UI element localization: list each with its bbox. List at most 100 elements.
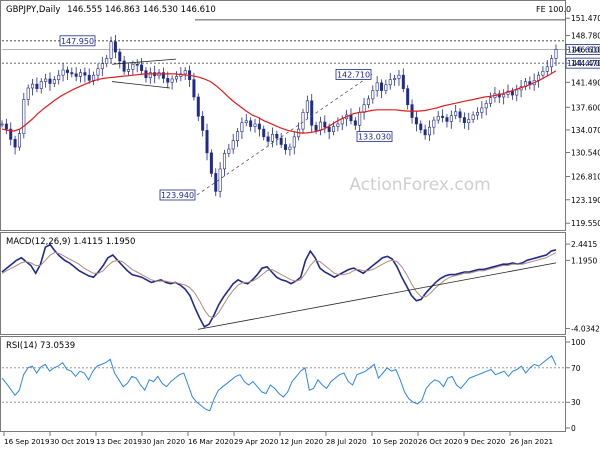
candle-body (349, 114, 353, 122)
candle-body (284, 144, 288, 150)
candle-body (227, 148, 231, 154)
candle-body (515, 89, 519, 96)
macd-tick-label: -4.0342 (571, 325, 600, 334)
candle-body (310, 100, 314, 126)
candle-body (22, 99, 26, 134)
x-tick-label: 30 Oct 2019 (50, 437, 95, 446)
candle-body (79, 72, 83, 77)
candle-body (462, 117, 466, 123)
candle-body (262, 128, 266, 138)
candle-body (545, 66, 549, 72)
x-tick-label: 26 Oct 2020 (418, 437, 463, 446)
macd-title: MACD(12,26,9) 1.4115 1.1950 (6, 237, 135, 247)
x-tick-label: 16 Mar 2020 (188, 437, 234, 446)
candle-body (218, 168, 222, 192)
annotation-label: 123.940 (161, 191, 194, 200)
candle-body (35, 83, 39, 89)
candle-body (4, 123, 8, 130)
candle-body (406, 88, 410, 105)
macd-series-Signal (1, 251, 557, 319)
candle-body (301, 112, 305, 130)
candle-body (554, 49, 558, 59)
candle-body (39, 81, 43, 89)
candle-body (441, 115, 445, 118)
candle-body (140, 64, 144, 71)
candle-body (26, 87, 30, 100)
candle-body (48, 78, 52, 84)
candle-body (17, 133, 21, 148)
candle-body (445, 117, 449, 122)
candle-body (550, 58, 554, 68)
candle-body (480, 107, 484, 113)
candle-body (236, 131, 240, 141)
candle-body (100, 63, 104, 70)
candle-body (196, 96, 200, 117)
candle-body (131, 63, 135, 70)
x-tick-label: 9 Dec 2020 (464, 437, 506, 446)
rsi-tick-label: 100 (571, 338, 586, 347)
price-tick-label: 119.550 (571, 219, 600, 228)
candle-body (419, 123, 423, 131)
channel-lower (111, 81, 171, 89)
candle-body (380, 82, 384, 91)
candle-body (510, 90, 514, 96)
candle-body (288, 146, 292, 150)
candle-body (366, 98, 370, 105)
candle-body (340, 118, 344, 125)
candle-body (253, 123, 257, 127)
x-tick-label: 16 Sep 2019 (4, 437, 50, 446)
candle-body (502, 94, 506, 98)
price-tick-label: 141.490 (571, 78, 600, 87)
candle-body (231, 140, 235, 150)
macd-panel-frame (0, 232, 566, 335)
annotation-147.950: 147.950 (59, 35, 96, 47)
annotation-133.030: 133.030 (356, 131, 393, 143)
candle-body (375, 82, 379, 91)
candle-body (249, 120, 253, 127)
candle-body (214, 173, 218, 192)
candle-body (275, 133, 279, 139)
candle-body (266, 136, 270, 142)
candle-body (174, 76, 178, 80)
candle-body (135, 63, 139, 66)
price-tick-label: 134.070 (571, 126, 600, 135)
candle-body (113, 41, 117, 53)
candle-body (166, 78, 170, 83)
candle-body (270, 133, 274, 142)
candle-body (467, 119, 471, 123)
candle-body (449, 115, 453, 122)
price-tick-label: 137.600 (571, 103, 600, 112)
rsi-title: RSI(14) 73.0539 (6, 341, 75, 351)
annotation-label: 142.710 (337, 70, 370, 79)
rsi-tick-label: 30 (571, 398, 581, 407)
annotation-142.710: 142.710 (335, 69, 372, 80)
candle-body (74, 73, 78, 77)
candle-body (432, 119, 436, 128)
candle-body (484, 103, 488, 109)
candle-body (393, 78, 397, 80)
candle-body (65, 69, 69, 73)
candle-body (401, 74, 405, 89)
rsi-panel (1, 355, 566, 412)
macd-tick-label: 1.1950 (571, 256, 597, 265)
price-tick-label: 146.610 (571, 45, 600, 54)
candle-body (327, 126, 331, 132)
candle-body (475, 112, 479, 116)
x-tick-label: 12 Jun 2020 (280, 437, 324, 446)
annotation-label: 147.950 (61, 37, 94, 46)
candle-body (305, 100, 309, 113)
price-tick-label: 148.780 (571, 31, 600, 40)
x-tick-label: 30 Jan 2020 (142, 437, 186, 446)
candle-body (414, 117, 418, 125)
candle-body (13, 139, 17, 148)
x-tick-label: 26 Jan 2021 (510, 437, 553, 446)
annotation-123.940: 123.940 (159, 189, 196, 201)
candle-body (170, 78, 174, 83)
candle-body (122, 60, 126, 72)
macd-panel (1, 243, 557, 330)
price-panel-frame (0, 0, 566, 231)
candle-body (109, 41, 113, 59)
candle-body (336, 123, 340, 127)
candle-body (205, 130, 209, 154)
price-title: GBPJPY,Daily 146.555 146.863 146.530 146… (6, 5, 216, 15)
